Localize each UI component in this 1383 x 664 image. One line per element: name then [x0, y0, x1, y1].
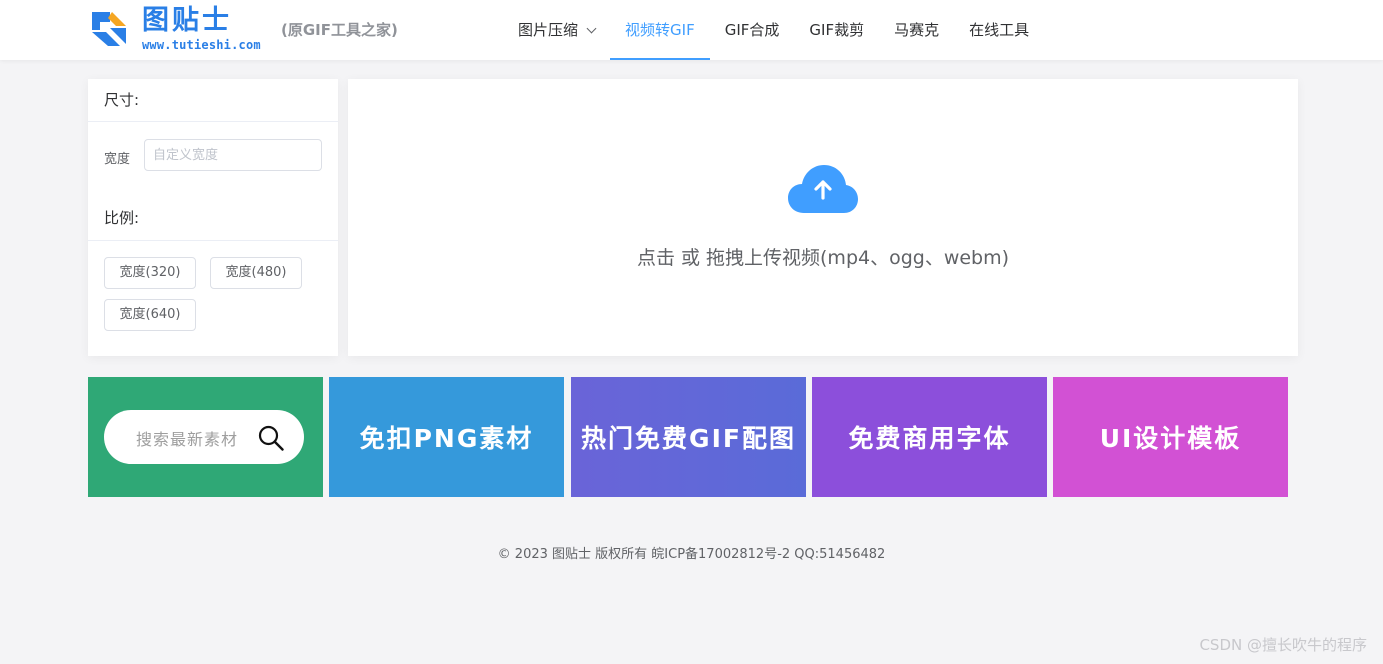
search-placeholder: 搜索最新素材	[136, 430, 239, 449]
ratio-section-title: 比例:	[104, 209, 140, 227]
nav-item-label: GIF裁剪	[809, 21, 865, 39]
banner-ui-templates[interactable]: UI设计模板	[1053, 377, 1288, 497]
logo-mark-icon	[92, 12, 126, 46]
width-label: 宽度	[104, 152, 131, 167]
nav-item-label: 马赛克	[894, 21, 940, 39]
chevron-down-icon	[586, 23, 597, 34]
width-input[interactable]	[144, 139, 322, 171]
brand-title: 图贴士	[142, 5, 232, 36]
nav-item-gif-crop[interactable]: GIF裁剪	[794, 0, 879, 60]
search-icon[interactable]	[258, 425, 284, 451]
ratio-button-320[interactable]: 宽度(320)	[104, 257, 196, 289]
nav-item-label: 视频转GIF	[625, 21, 695, 39]
cloud-upload-icon	[788, 165, 858, 213]
banner-png-materials[interactable]: 免扣PNG素材	[329, 377, 564, 497]
nav-item-image-compress[interactable]: 图片压缩	[503, 0, 610, 60]
divider	[88, 240, 338, 241]
material-search-box[interactable]: 搜索最新素材	[104, 410, 304, 464]
nav-item-video-to-gif[interactable]: 视频转GIF	[610, 0, 710, 60]
settings-panel: 尺寸: 宽度 比例: 宽度(320) 宽度(480) 宽度(640)	[88, 79, 338, 356]
csdn-watermark: CSDN @擅长吹牛的程序	[1199, 636, 1367, 654]
size-section-title: 尺寸:	[104, 91, 140, 109]
footer-copyright: © 2023 图贴士 版权所有 皖ICP备17002812号-2 QQ:5145…	[497, 547, 886, 562]
nav-item-gif-compose[interactable]: GIF合成	[710, 0, 795, 60]
main-nav: 图片压缩 视频转GIF GIF合成 GIF裁剪 马赛克 在线工具	[503, 0, 1044, 60]
upload-instruction: 点击 或 拖拽上传视频(mp4、ogg、webm)	[636, 247, 1010, 269]
ratio-button-640[interactable]: 宽度(640)	[104, 299, 196, 331]
top-header: 图贴士 www.tutieshi.com (原GIF工具之家) 图片压缩 视频转…	[0, 0, 1383, 60]
logo-text-block: 图贴士 www.tutieshi.com	[142, 5, 261, 53]
upload-dropzone[interactable]: 点击 或 拖拽上传视频(mp4、ogg、webm)	[348, 79, 1298, 356]
nav-item-mosaic[interactable]: 马赛克	[879, 0, 954, 60]
ratio-button-480[interactable]: 宽度(480)	[210, 257, 302, 289]
banner-hot-gif[interactable]: 热门免费GIF配图	[571, 377, 806, 497]
nav-item-online-tools[interactable]: 在线工具	[954, 0, 1044, 60]
nav-item-label: 在线工具	[969, 21, 1030, 39]
nav-item-label: GIF合成	[724, 21, 780, 39]
brand-logo[interactable]: 图贴士 www.tutieshi.com	[90, 6, 261, 52]
divider	[88, 121, 338, 122]
search-banner: 搜索最新素材	[88, 377, 323, 497]
brand-url: www.tutieshi.com	[142, 38, 261, 52]
brand-subtitle: (原GIF工具之家)	[281, 21, 398, 39]
nav-item-label: 图片压缩	[518, 21, 579, 39]
banner-free-fonts[interactable]: 免费商用字体	[812, 377, 1047, 497]
